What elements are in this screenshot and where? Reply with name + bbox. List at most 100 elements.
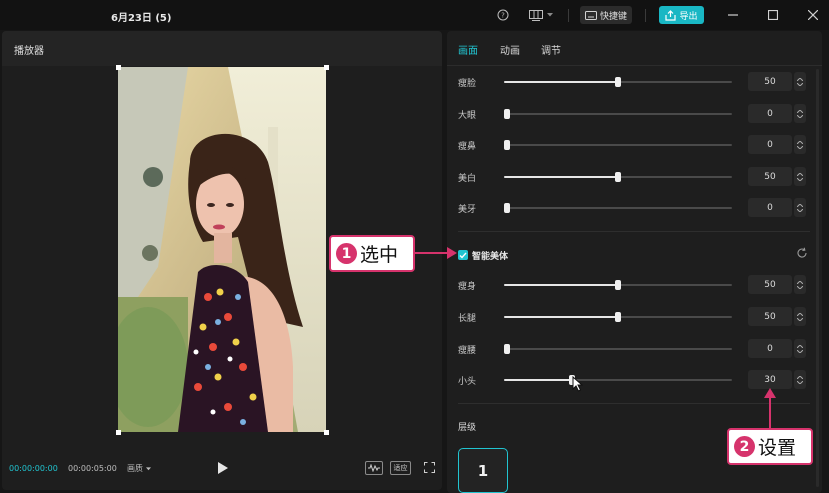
crop-handle[interactable] bbox=[116, 65, 121, 70]
keyboard-icon bbox=[584, 10, 597, 20]
slider-track[interactable] bbox=[504, 140, 732, 150]
smart-body-toggle[interactable]: 智能美体 bbox=[458, 248, 508, 262]
slider-track[interactable] bbox=[504, 375, 732, 385]
crop-handle[interactable] bbox=[324, 430, 329, 435]
callout-text: 设置 bbox=[758, 437, 797, 459]
total-time: 00:00:05:00 bbox=[68, 464, 117, 473]
slider-row-thin-nose: 瘦鼻 0 bbox=[447, 135, 812, 155]
play-icon bbox=[218, 462, 228, 474]
export-label: 导出 bbox=[679, 11, 698, 22]
layer-item[interactable]: 1 bbox=[458, 448, 508, 493]
crop-handle[interactable] bbox=[324, 65, 329, 70]
scrollbar[interactable] bbox=[816, 69, 819, 487]
divider bbox=[568, 9, 569, 22]
callout-text: 选中 bbox=[360, 244, 399, 266]
layout-icon[interactable] bbox=[526, 6, 556, 24]
slider-label: 小头 bbox=[458, 377, 477, 387]
maximize-icon[interactable] bbox=[766, 6, 780, 24]
value-input[interactable]: 30 bbox=[748, 370, 792, 389]
slider-thumb[interactable] bbox=[615, 77, 621, 87]
stepper-icon[interactable] bbox=[794, 104, 806, 123]
fit-label: 适应 bbox=[393, 464, 408, 472]
crop-handle[interactable] bbox=[116, 430, 121, 435]
stepper-icon[interactable] bbox=[794, 307, 806, 326]
help-icon[interactable]: ? bbox=[496, 6, 510, 24]
close-icon[interactable] bbox=[806, 6, 820, 24]
slider-track[interactable] bbox=[504, 312, 732, 322]
stepper-icon[interactable] bbox=[794, 167, 806, 186]
slider-track[interactable] bbox=[504, 344, 732, 354]
slider-thumb[interactable] bbox=[504, 109, 510, 119]
shortcut-button[interactable]: 快捷键 bbox=[580, 6, 632, 24]
slider-row-long-legs: 长腿 50 bbox=[447, 307, 812, 327]
stepper-icon[interactable] bbox=[794, 72, 806, 91]
play-button[interactable] bbox=[217, 461, 229, 475]
callout-select: 1 选中 bbox=[329, 235, 415, 272]
player-title: 播放器 bbox=[14, 46, 44, 57]
slider-label: 长腿 bbox=[458, 314, 477, 324]
slider-row-small-head: 小头 30 bbox=[447, 370, 812, 390]
quality-dropdown[interactable]: 画质 bbox=[127, 463, 151, 474]
step-badge: 2 bbox=[734, 436, 755, 457]
value-input[interactable]: 0 bbox=[748, 198, 792, 217]
slider-track[interactable] bbox=[504, 77, 732, 87]
slider-label: 瘦腰 bbox=[458, 346, 477, 356]
slider-label: 美牙 bbox=[458, 205, 477, 215]
reset-icon[interactable] bbox=[796, 247, 808, 259]
value-input[interactable]: 50 bbox=[748, 275, 792, 294]
portrait-photo bbox=[118, 67, 326, 432]
value-input[interactable]: 50 bbox=[748, 72, 792, 91]
stepper-icon[interactable] bbox=[794, 339, 806, 358]
slider-track[interactable] bbox=[504, 172, 732, 182]
value-input[interactable]: 0 bbox=[748, 135, 792, 154]
slider-row-thin-face: 瘦脸 50 bbox=[447, 72, 812, 92]
slider-label: 瘦鼻 bbox=[458, 142, 477, 152]
stepper-icon[interactable] bbox=[794, 275, 806, 294]
slider-label: 美白 bbox=[458, 174, 477, 184]
checkbox-label: 智能美体 bbox=[472, 251, 509, 262]
value-input[interactable]: 0 bbox=[748, 339, 792, 358]
minimize-icon[interactable] bbox=[726, 6, 740, 24]
check-icon bbox=[459, 252, 467, 259]
slider-label: 瘦身 bbox=[458, 282, 477, 292]
section-divider bbox=[458, 403, 810, 404]
stepper-icon[interactable] bbox=[794, 370, 806, 389]
fullscreen-icon[interactable] bbox=[423, 461, 435, 473]
shortcut-label: 快捷键 bbox=[599, 11, 627, 22]
slider-thumb[interactable] bbox=[504, 203, 510, 213]
export-button[interactable]: 导出 bbox=[659, 6, 704, 24]
tab-adjust[interactable]: 调节 bbox=[541, 42, 561, 57]
export-icon bbox=[665, 9, 677, 21]
step-badge: 1 bbox=[336, 243, 357, 264]
value-input[interactable]: 50 bbox=[748, 307, 792, 326]
divider bbox=[645, 9, 646, 22]
value-input[interactable]: 0 bbox=[748, 104, 792, 123]
slider-thumb[interactable] bbox=[615, 312, 621, 322]
slider-track[interactable] bbox=[504, 203, 732, 213]
slider-thumb[interactable] bbox=[504, 140, 510, 150]
waveform-icon[interactable] bbox=[365, 461, 383, 475]
callout-set: 2 设置 bbox=[727, 428, 813, 465]
tab-animation[interactable]: 动画 bbox=[500, 42, 520, 57]
slider-track[interactable] bbox=[504, 109, 732, 119]
stepper-icon[interactable] bbox=[794, 135, 806, 154]
video-preview[interactable] bbox=[118, 67, 326, 432]
chevron-down-icon bbox=[145, 467, 151, 471]
slider-row-slim-waist: 瘦腰 0 bbox=[447, 339, 812, 359]
slider-thumb[interactable] bbox=[615, 172, 621, 182]
value-input[interactable]: 50 bbox=[748, 167, 792, 186]
cursor-icon bbox=[572, 376, 583, 392]
tab-picture[interactable]: 画面 bbox=[458, 42, 478, 57]
slider-row-teeth: 美牙 0 bbox=[447, 198, 812, 218]
current-time: 00:00:00:00 bbox=[9, 464, 58, 473]
section-divider bbox=[458, 231, 810, 232]
slider-thumb[interactable] bbox=[615, 280, 621, 290]
chevron-down-icon bbox=[547, 13, 553, 17]
quality-label: 画质 bbox=[127, 464, 143, 473]
project-title: 6月23日 (5) bbox=[111, 13, 172, 24]
slider-track[interactable] bbox=[504, 280, 732, 290]
slider-thumb[interactable] bbox=[504, 344, 510, 354]
fit-button[interactable]: 适应 bbox=[390, 461, 411, 475]
stepper-icon[interactable] bbox=[794, 198, 806, 217]
checkbox[interactable] bbox=[458, 250, 468, 260]
